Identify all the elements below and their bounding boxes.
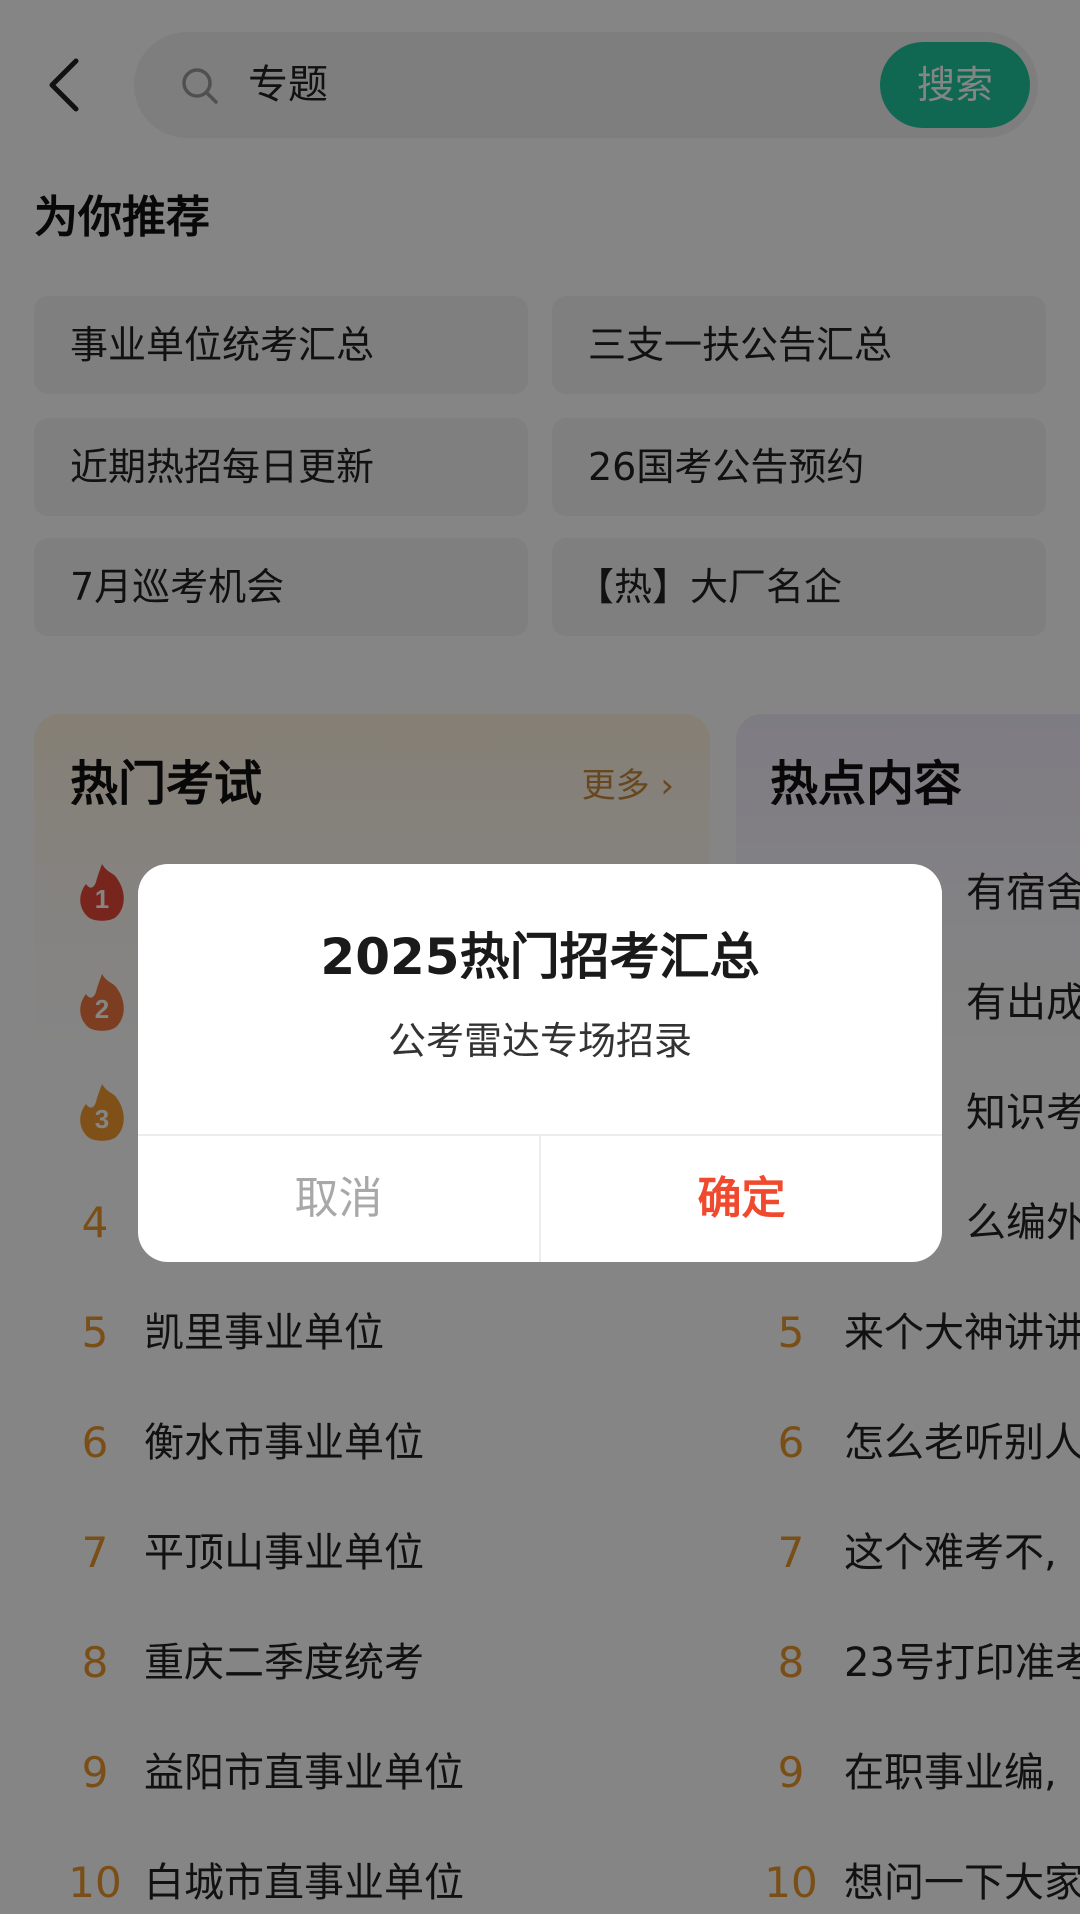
dialog-title: 2025热门招考汇总 (320, 928, 760, 986)
dialog-subtitle: 公考雷达专场招录 (387, 1019, 692, 1063)
page: 专题 搜索 为你推荐 事业单位统考汇总 三支一扶公告汇总 近期热招每日更新 26… (0, 0, 1080, 1914)
promo-dialog: 2025热门招考汇总 公考雷达专场招录 取消 确定 (138, 864, 942, 1262)
cancel-button[interactable]: 取消 (138, 1136, 539, 1262)
confirm-button[interactable]: 确定 (541, 1136, 942, 1262)
